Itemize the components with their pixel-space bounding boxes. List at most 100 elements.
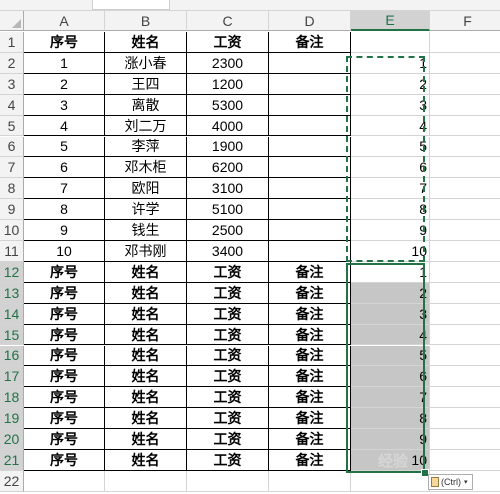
pasted-header-cell[interactable]: 序号 — [24, 345, 105, 367]
seq-cell[interactable]: 3 — [24, 94, 105, 116]
note-cell[interactable] — [269, 241, 351, 262]
name-cell[interactable]: 涨小春 — [105, 52, 187, 74]
f-empty-cell[interactable] — [430, 450, 500, 471]
pasted-header-cell[interactable]: 姓名 — [105, 303, 187, 325]
e-value-cell[interactable]: 5 — [351, 136, 430, 158]
pasted-header-cell[interactable]: 工资 — [187, 324, 269, 346]
f-empty-cell[interactable] — [430, 241, 500, 262]
pasted-header-cell[interactable]: 序号 — [24, 261, 105, 283]
pasted-header-cell[interactable]: 序号 — [24, 450, 105, 471]
pasted-header-cell[interactable]: 工资 — [187, 450, 269, 471]
seq-cell[interactable]: 10 — [24, 241, 105, 262]
seq-cell[interactable]: 1 — [24, 52, 105, 74]
pasted-header-cell[interactable]: 姓名 — [105, 345, 187, 367]
pasted-e-cell[interactable]: 1 — [351, 261, 430, 283]
pasted-e-cell[interactable]: 6 — [351, 366, 430, 388]
seq-cell[interactable]: 2 — [24, 73, 105, 95]
salary-cell[interactable]: 1200 — [187, 73, 269, 95]
f-empty-cell[interactable] — [430, 157, 500, 179]
pasted-header-cell[interactable]: 备注 — [269, 282, 351, 304]
pasted-header-cell[interactable]: 姓名 — [105, 261, 187, 283]
pasted-header-cell[interactable]: 姓名 — [105, 366, 187, 388]
paste-options-button[interactable]: (Ctrl) ▾ — [428, 474, 473, 490]
row-header-13[interactable]: 13 — [0, 282, 24, 304]
pasted-header-cell[interactable]: 序号 — [24, 366, 105, 388]
pasted-e-cell[interactable]: 2 — [351, 282, 430, 304]
row-header-12[interactable]: 12 — [0, 261, 24, 283]
name-cell[interactable]: 李萍 — [105, 136, 187, 158]
pasted-header-cell[interactable]: 备注 — [269, 387, 351, 409]
f-empty-cell[interactable] — [430, 262, 500, 283]
pasted-header-cell[interactable]: 工资 — [187, 387, 269, 409]
e-value-cell[interactable]: 2 — [351, 73, 430, 95]
f-empty-cell[interactable] — [430, 220, 500, 241]
e-value-cell[interactable]: 9 — [351, 220, 430, 241]
name-cell[interactable]: 钱生 — [105, 220, 187, 241]
pasted-header-cell[interactable]: 序号 — [24, 408, 105, 430]
f-empty-cell[interactable] — [430, 408, 500, 430]
pasted-header-cell[interactable]: 序号 — [24, 429, 105, 450]
column-header-d[interactable]: D — [269, 11, 351, 31]
row-header-15[interactable]: 15 — [0, 324, 24, 346]
pasted-e-cell[interactable]: 5 — [351, 345, 430, 367]
name-box-stub[interactable] — [92, 0, 170, 10]
row-header-17[interactable]: 17 — [0, 366, 24, 388]
column-header-c[interactable]: C — [187, 11, 269, 31]
column-header-e[interactable]: E — [351, 11, 430, 31]
f-empty-cell[interactable] — [430, 304, 500, 325]
row-header-8[interactable]: 8 — [0, 178, 24, 200]
header-cell-2[interactable]: 工资 — [187, 32, 269, 53]
row-header-14[interactable]: 14 — [0, 303, 24, 325]
f-empty-cell[interactable] — [430, 346, 500, 367]
seq-cell[interactable]: 6 — [24, 157, 105, 179]
seq-cell[interactable]: 8 — [24, 199, 105, 221]
pasted-header-cell[interactable]: 工资 — [187, 345, 269, 367]
seq-cell[interactable]: 4 — [24, 115, 105, 137]
pasted-header-cell[interactable]: 序号 — [24, 282, 105, 304]
pasted-e-cell[interactable]: 9 — [351, 429, 430, 450]
note-cell[interactable] — [269, 178, 351, 200]
pasted-header-cell[interactable]: 备注 — [269, 366, 351, 388]
row-header-5[interactable]: 5 — [0, 115, 24, 137]
note-cell[interactable] — [269, 136, 351, 158]
row-header-16[interactable]: 16 — [0, 345, 24, 367]
pasted-header-cell[interactable]: 工资 — [187, 366, 269, 388]
f-empty-cell[interactable] — [430, 116, 500, 137]
salary-cell[interactable]: 6200 — [187, 157, 269, 179]
note-cell[interactable] — [269, 157, 351, 179]
row-header-11[interactable]: 11 — [0, 241, 24, 262]
column-header-b[interactable]: B — [105, 11, 187, 31]
pasted-header-cell[interactable]: 序号 — [24, 303, 105, 325]
note-cell[interactable] — [269, 220, 351, 241]
row-header-21[interactable]: 21 — [0, 450, 24, 471]
pasted-header-cell[interactable]: 工资 — [187, 429, 269, 450]
e-value-cell[interactable]: 7 — [351, 178, 430, 200]
pasted-e-cell[interactable]: 10 — [351, 450, 430, 471]
note-cell[interactable] — [269, 199, 351, 221]
pasted-e-cell[interactable]: 4 — [351, 324, 430, 346]
e-value-cell[interactable]: 3 — [351, 94, 430, 116]
salary-cell[interactable]: 2500 — [187, 220, 269, 241]
pasted-header-cell[interactable]: 姓名 — [105, 450, 187, 471]
row-header-7[interactable]: 7 — [0, 157, 24, 179]
note-cell[interactable] — [269, 73, 351, 95]
header-cell-1[interactable]: 姓名 — [105, 32, 187, 53]
salary-cell[interactable]: 3400 — [187, 241, 269, 262]
empty-cell-row22[interactable] — [24, 470, 105, 492]
row-header-19[interactable]: 19 — [0, 408, 24, 430]
row-header-3[interactable]: 3 — [0, 73, 24, 95]
note-cell[interactable] — [269, 52, 351, 74]
e-value-cell[interactable]: 10 — [351, 241, 430, 262]
salary-cell[interactable]: 5300 — [187, 94, 269, 116]
pasted-header-cell[interactable]: 序号 — [24, 324, 105, 346]
f-empty-cell[interactable] — [430, 178, 500, 200]
pasted-header-cell[interactable]: 备注 — [269, 345, 351, 367]
name-cell[interactable]: 邓木柜 — [105, 157, 187, 179]
row-header-20[interactable]: 20 — [0, 429, 24, 450]
pasted-header-cell[interactable]: 工资 — [187, 303, 269, 325]
f-empty-cell[interactable] — [430, 74, 500, 95]
column-header-a[interactable]: A — [24, 11, 105, 31]
name-cell[interactable]: 离散 — [105, 94, 187, 116]
e-value-cell[interactable]: 8 — [351, 199, 430, 221]
pasted-header-cell[interactable]: 姓名 — [105, 408, 187, 430]
